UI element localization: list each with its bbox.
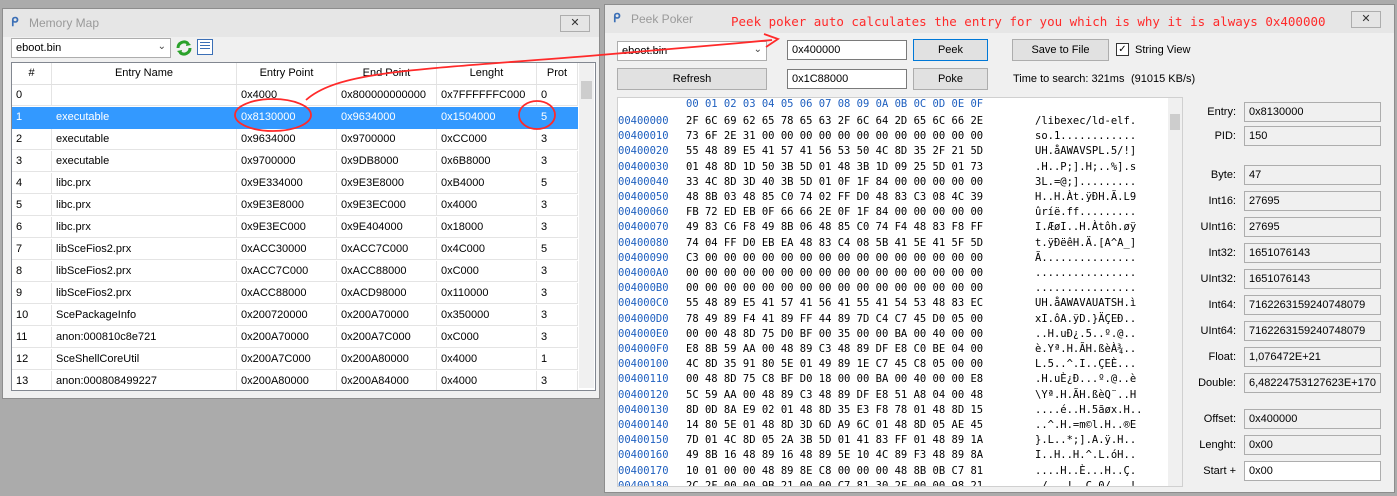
annotation-marks	[234, 33, 780, 132]
